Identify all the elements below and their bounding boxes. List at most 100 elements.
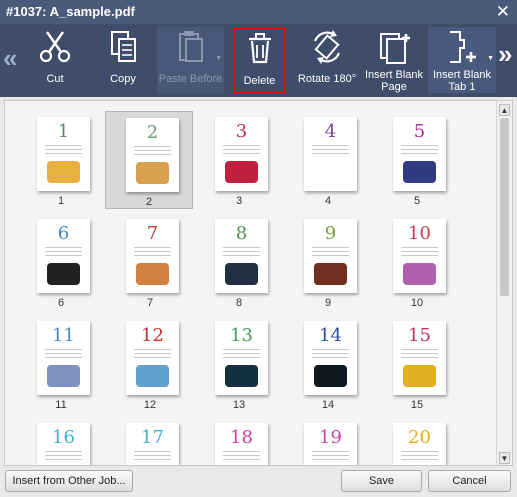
cancel-button[interactable]: Cancel — [428, 470, 511, 492]
page-thumbnail[interactable]: 66 — [17, 213, 105, 311]
page-number-caption: 8 — [235, 297, 243, 309]
scroll-down-arrow-icon[interactable]: ▼ — [499, 452, 510, 464]
page-preview-number: 20 — [408, 427, 431, 448]
page-thumbnail[interactable]: 77 — [106, 213, 194, 311]
save-button[interactable]: Save — [341, 470, 422, 492]
page-preview-illustration — [136, 263, 169, 285]
insert-blank-page-button[interactable]: Insert Blank Page — [363, 27, 425, 93]
page-preview-text — [45, 451, 82, 463]
page-preview-number: 18 — [230, 427, 253, 448]
page-preview: 16 — [37, 423, 90, 465]
page-preview-text — [45, 247, 82, 259]
page-thumbnail[interactable]: 16 — [17, 417, 105, 465]
page-preview-number: 15 — [408, 325, 431, 346]
page-preview: 11 — [37, 321, 90, 395]
page-preview-text — [312, 349, 349, 361]
page-thumbnail[interactable]: 99 — [284, 213, 372, 311]
page-thumbnail[interactable]: 15 15 — [373, 315, 461, 413]
page-number-caption: 9 — [324, 297, 332, 309]
page-preview-text — [312, 145, 349, 157]
page-preview-number: 5 — [413, 121, 426, 142]
page-preview-illustration — [403, 365, 436, 387]
page-thumbnail[interactable]: 33 — [195, 111, 283, 209]
page-thumbnail[interactable]: 88 — [195, 213, 283, 311]
page-number-caption: 3 — [235, 195, 243, 207]
paste-dropdown-caret-icon: ▼ — [215, 55, 222, 62]
page-preview-text — [223, 349, 260, 361]
page-preview-number: 12 — [141, 325, 164, 346]
insert-blank-tab-button[interactable]: ▼ Insert Blank Tab 1 — [428, 27, 496, 93]
page-preview-illustration — [47, 263, 80, 285]
title-bar: #1037: A_sample.pdf ✕ — [0, 0, 517, 24]
delete-label: Delete — [243, 75, 276, 87]
page-thumbnail[interactable]: 55 — [373, 111, 461, 209]
page-preview: 10 — [393, 219, 446, 293]
page-preview-number: 6 — [57, 223, 70, 244]
paste-before-label: Paste Before — [158, 73, 223, 85]
page-preview-illustration — [47, 365, 80, 387]
page-preview-text — [312, 451, 349, 463]
page-number-caption: 6 — [57, 297, 65, 309]
scrollbar-thumb[interactable] — [500, 118, 509, 296]
page-preview-illustration — [403, 161, 436, 183]
page-preview-text — [312, 247, 349, 259]
copy-icon — [111, 31, 136, 62]
page-thumbnail[interactable]: 22 — [105, 111, 193, 209]
page-preview-number: 8 — [235, 223, 248, 244]
page-preview-number: 10 — [408, 223, 431, 244]
rotate-icon — [313, 30, 341, 64]
page-preview: 13 — [215, 321, 268, 395]
page-thumbnail[interactable]: 18 — [195, 417, 283, 465]
page-number-caption: 1 — [57, 195, 65, 207]
page-preview-illustration — [136, 365, 169, 387]
page-thumbnail[interactable]: 12 12 — [106, 315, 194, 413]
page-thumbnail[interactable]: 44 — [284, 111, 372, 209]
trash-icon — [248, 33, 271, 64]
page-thumbnail[interactable]: 11 11 — [17, 315, 105, 413]
toolbar-scroll-left-button[interactable]: « — [3, 44, 19, 76]
page-number-caption: 4 — [324, 195, 332, 207]
page-preview: 3 — [215, 117, 268, 191]
rotate-button[interactable]: Rotate 180° — [296, 27, 358, 93]
page-preview: 8 — [215, 219, 268, 293]
page-preview-text — [401, 247, 438, 259]
page-preview-text — [45, 145, 82, 157]
cut-label: Cut — [46, 73, 64, 85]
scissors-icon — [39, 31, 71, 63]
cut-button[interactable]: Cut — [28, 27, 82, 93]
toolbar-scroll-right-button[interactable]: » — [498, 40, 514, 72]
page-preview-number: 11 — [52, 325, 75, 346]
page-preview-text — [223, 145, 260, 157]
page-preview: 12 — [126, 321, 179, 395]
page-thumbnail[interactable]: 14 14 — [284, 315, 372, 413]
scroll-up-arrow-icon[interactable]: ▲ — [499, 104, 510, 116]
page-thumbnail[interactable]: 10 10 — [373, 213, 461, 311]
page-preview: 6 — [37, 219, 90, 293]
vertical-scrollbar[interactable]: ▲ ▼ — [496, 101, 512, 465]
page-thumbnail[interactable]: 13 13 — [195, 315, 283, 413]
page-number-caption: 15 — [410, 399, 424, 411]
page-preview-illustration — [403, 263, 436, 285]
page-number-caption: 14 — [321, 399, 335, 411]
page-thumbnail[interactable]: 11 — [17, 111, 105, 209]
page-preview-illustration — [314, 263, 347, 285]
insert-tab-icon — [450, 31, 476, 63]
page-thumbnail[interactable]: 20 — [373, 417, 461, 465]
page-preview-illustration — [225, 161, 258, 183]
page-preview: 9 — [304, 219, 357, 293]
page-number-caption: 7 — [146, 297, 154, 309]
page-thumbnail[interactable]: 19 — [284, 417, 372, 465]
copy-button[interactable]: Copy — [96, 27, 150, 93]
page-preview-text — [223, 247, 260, 259]
insert-from-other-job-button[interactable]: Insert from Other Job... — [5, 470, 133, 492]
page-preview-illustration — [225, 263, 258, 285]
page-preview-illustration — [225, 365, 258, 387]
close-icon[interactable]: ✕ — [496, 2, 510, 22]
paste-before-button[interactable]: ▼ Paste Before — [157, 27, 224, 93]
page-preview-text — [45, 349, 82, 361]
delete-button[interactable]: Delete — [233, 27, 286, 93]
page-thumbnail[interactable]: 17 — [106, 417, 194, 465]
page-preview: 7 — [126, 219, 179, 293]
page-number-caption: 13 — [232, 399, 246, 411]
page-preview-number: 7 — [146, 223, 159, 244]
